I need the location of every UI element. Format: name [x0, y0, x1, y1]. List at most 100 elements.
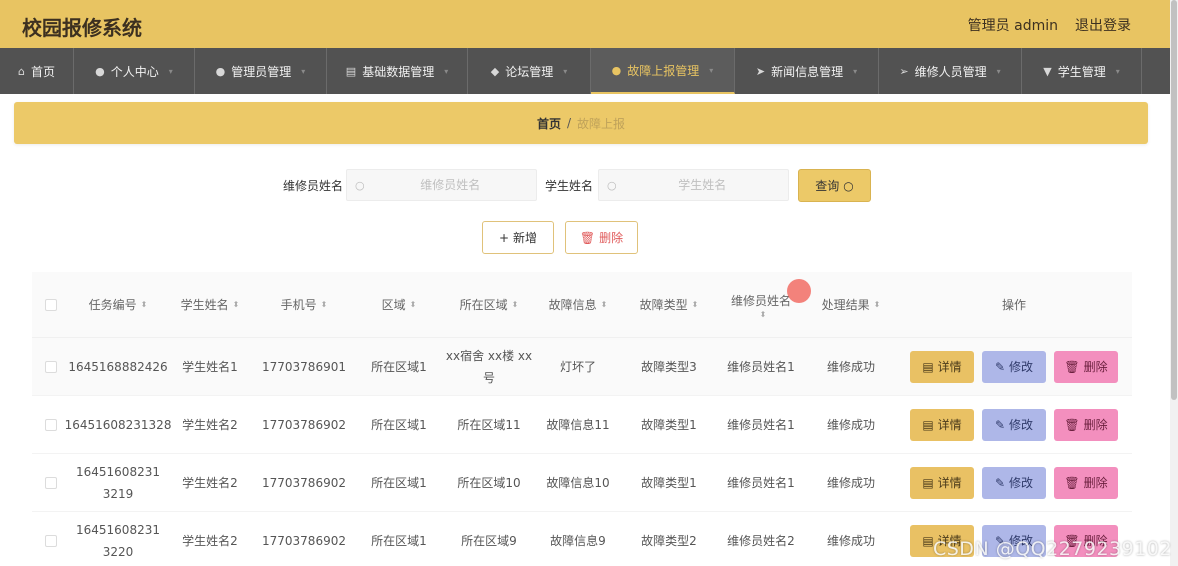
pencil-icon: ✎ — [994, 417, 1006, 432]
nav-label: 学生管理 — [1057, 64, 1106, 79]
header-location[interactable]: 所在区域 ⬍ — [444, 272, 534, 337]
header-fault-type[interactable]: 故障类型 ⬍ — [622, 272, 716, 337]
nav-item-repairman[interactable]: ➢ 维修人员管理 ▾ — [879, 48, 1022, 94]
header-area[interactable]: 区域 ⬍ — [354, 272, 444, 337]
nav-item-profile[interactable]: ● 个人中心 ▾ — [74, 48, 195, 94]
row-checkbox-cell — [32, 454, 70, 511]
main-nav: ⌂ 首页 ● 个人中心 ▾ ● 管理员管理 ▾ ▤ 基础数据管理 ▾ ◆ 论坛管… — [0, 48, 1170, 94]
top-header: 校园报修系统 管理员 admin 退出登录 — [0, 0, 1178, 48]
table-row: 1645168882426 学生姓名1 17703786901 所在区域1 xx… — [32, 338, 1132, 396]
sort-icon: ⬍ — [759, 309, 767, 319]
header-operations: 操作 — [896, 272, 1132, 337]
result-cell: 维修成功 — [826, 417, 875, 432]
repairman-name-label: 维修员姓名 — [283, 179, 344, 193]
area-cell: 所在区域1 — [371, 533, 427, 548]
breadcrumb-home[interactable]: 首页 — [537, 115, 561, 132]
nav-item-news[interactable]: ➤ 新闻信息管理 ▾ — [735, 48, 879, 94]
sort-icon: ⬍ — [511, 299, 519, 309]
repairman-name-input[interactable] — [364, 178, 536, 192]
edit-button[interactable]: ✎ 修改 — [982, 466, 1046, 499]
report-icon: ● — [611, 63, 622, 77]
header-student[interactable]: 学生姓名 ⬍ — [166, 272, 254, 337]
cursor-highlight — [787, 279, 811, 303]
sort-icon: ⬍ — [691, 299, 699, 309]
edit-label: 修改 — [1009, 359, 1034, 374]
task-no-cell: 16451608231 3219 — [76, 464, 160, 501]
delete-label: 删除 — [1083, 417, 1108, 432]
table-row: 16451608231328 学生姓名2 17703786902 所在区域1 所… — [32, 396, 1132, 454]
search-icon: ○ — [843, 178, 854, 193]
edit-button[interactable]: ✎ 修改 — [982, 408, 1046, 441]
result-cell: 维修成功 — [826, 359, 875, 374]
add-button[interactable]: + 新增 — [482, 221, 554, 254]
fault-info-cell: 故障信息10 — [546, 475, 610, 490]
delete-button[interactable]: 🗑 删除 — [1054, 408, 1118, 441]
nav-item-basedata[interactable]: ▤ 基础数据管理 ▾ — [327, 48, 468, 94]
delete-button[interactable]: 🗑 删除 — [1054, 350, 1118, 383]
edit-button[interactable]: ✎ 修改 — [982, 350, 1046, 383]
task-no-cell: 1645168882426 — [68, 359, 168, 374]
page-scrollbar[interactable] — [1170, 0, 1178, 566]
row-checkbox-cell — [32, 338, 70, 395]
nav-item-home[interactable]: ⌂ 首页 — [0, 48, 74, 94]
chevron-down-icon: ▾ — [444, 66, 449, 76]
area-cell: 所在区域1 — [371, 417, 427, 432]
query-button[interactable]: 查询 ○ — [798, 169, 871, 202]
select-all-checkbox[interactable] — [45, 298, 57, 311]
fault-type-cell: 故障类型2 — [641, 533, 697, 548]
student-name-label: 学生姓名 — [545, 179, 594, 193]
task-no-cell: 16451608231328 — [64, 417, 172, 432]
header-phone[interactable]: 手机号 ⬍ — [254, 272, 354, 337]
edit-label: 修改 — [1009, 417, 1034, 432]
row-checkbox[interactable] — [45, 476, 57, 489]
detail-button[interactable]: ▤ 详情 — [910, 408, 974, 441]
nav-label: 基础数据管理 — [362, 64, 435, 79]
task-no-cell: 16451608231 3220 — [76, 522, 160, 559]
delete-button[interactable]: 🗑 删除 — [1054, 466, 1118, 499]
row-checkbox[interactable] — [45, 534, 57, 547]
header-result[interactable]: 处理结果 ⬍ — [806, 272, 896, 337]
header-label: 学生姓名 — [180, 297, 229, 312]
trash-icon: 🗑 — [1064, 417, 1080, 432]
nav-label: 论坛管理 — [505, 64, 554, 79]
detail-button[interactable]: ▤ 详情 — [910, 350, 974, 383]
trash-icon: 🗑 — [1064, 475, 1080, 490]
header-label: 手机号 — [280, 297, 317, 312]
nav-item-fault-report[interactable]: ● 故障上报管理 ▾ — [591, 48, 735, 94]
chevron-down-icon: ▾ — [996, 66, 1001, 76]
student-name-input[interactable] — [616, 178, 788, 192]
document-icon: ▤ — [922, 475, 934, 490]
document-icon: ▤ — [922, 359, 934, 374]
detail-button[interactable]: ▤ 详情 — [910, 466, 974, 499]
nav-item-admin[interactable]: ● 管理员管理 ▾ — [195, 48, 327, 94]
admin-user-label: 管理员 admin — [967, 18, 1058, 34]
batch-delete-button[interactable]: 🗑 删除 — [565, 221, 638, 254]
repairman-search-box: ○ — [346, 169, 537, 201]
header-task-no[interactable]: 任务编号 ⬍ — [70, 272, 166, 337]
delete-label: 删除 — [1083, 475, 1108, 490]
header-label: 所在区域 — [459, 297, 508, 312]
student-search-box: ○ — [598, 169, 789, 201]
breadcrumb: 首页 / 故障上报 — [14, 102, 1148, 144]
nav-item-student[interactable]: ▼ 学生管理 ▾ — [1022, 48, 1142, 94]
header-fault-info[interactable]: 故障信息 ⬍ — [534, 272, 622, 337]
row-checkbox[interactable] — [45, 418, 57, 431]
chevron-down-icon: ▾ — [563, 66, 568, 76]
operations-cell: ▤ 详情 ✎ 修改 🗑 删除 — [896, 396, 1132, 453]
row-checkbox[interactable] — [45, 360, 57, 373]
location-cell: 所在区域10 — [457, 475, 521, 490]
sort-icon: ⬍ — [873, 299, 881, 309]
logout-link[interactable]: 退出登录 — [1075, 15, 1131, 35]
nav-item-forum[interactable]: ◆ 论坛管理 ▾ — [468, 48, 591, 94]
scrollbar-thumb[interactable] — [1171, 0, 1177, 400]
repairman-icon: ➢ — [899, 64, 909, 78]
delete-label: 删除 — [1083, 359, 1108, 374]
add-label: 新增 — [513, 231, 538, 245]
pencil-icon: ✎ — [994, 359, 1006, 374]
header-label: 处理结果 — [821, 297, 870, 312]
search-icon: ○ — [355, 178, 365, 192]
news-icon: ➤ — [755, 64, 766, 78]
result-cell: 维修成功 — [826, 533, 875, 548]
detail-label: 详情 — [937, 417, 962, 432]
phone-cell: 17703786902 — [262, 533, 346, 548]
